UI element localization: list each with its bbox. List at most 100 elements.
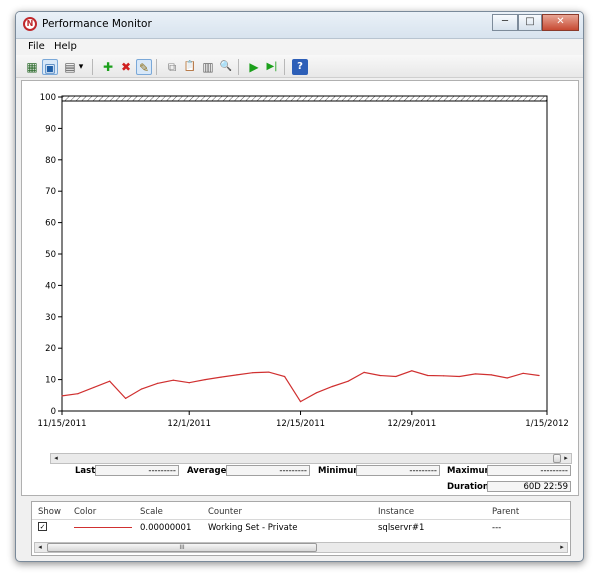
y-tick-label: 80 [45,156,56,166]
chevron-down-icon[interactable]: ▾ [76,59,86,75]
duration-label: Duration [447,482,489,492]
chart-axes: 0 10 20 30 40 50 60 70 80 90 100 11/15/2011 12/1/201… [38,93,569,429]
scale-value: 0.00000001 [140,523,192,533]
graph-panel[interactable]: 0 10 20 30 40 50 60 70 80 90 100 11/15/2011 12/1/201… [21,80,579,496]
maximum-value: --------- [487,465,571,476]
data-point [427,374,429,377]
data-point [363,371,365,373]
data-point [299,400,302,403]
data-point [140,388,143,390]
counter-legend: Show Color Scale Counter Instance Parent… [31,501,571,556]
copy-icon[interactable]: ⧉ [164,59,180,75]
show-checkbox[interactable]: ✓ [38,522,47,531]
toolbar-separator [156,59,157,75]
upper-limit-band [61,95,548,102]
column-header-instance[interactable]: Instance [378,507,414,517]
delete-counter-icon[interactable]: ✖ [118,59,134,75]
toolbar-separator [92,59,93,75]
highlight-icon[interactable]: ✎ [136,59,152,75]
data-point [379,374,381,377]
data-point [188,382,190,384]
value-bar: Last --------- Average --------- Minimum… [21,452,577,494]
menu-file[interactable]: File [28,41,45,52]
column-header-counter[interactable]: Counter [208,507,242,517]
last-value: --------- [95,465,179,476]
y-tick-label: 0 [51,407,56,417]
data-point [490,374,492,376]
window-title: Performance Monitor [42,18,152,30]
data-point [411,370,413,372]
menu-help[interactable]: Help [54,41,77,52]
data-point [61,395,63,397]
average-label: Average [187,466,227,476]
data-point [93,386,95,389]
scroll-right-icon[interactable]: ▸ [557,543,567,552]
data-point [204,379,206,381]
y-tick-label: 100 [40,93,56,103]
properties-icon[interactable]: ▥ [200,59,216,75]
play-icon[interactable]: ▶ [246,59,262,75]
data-point [443,375,445,377]
header-divider [32,519,570,520]
x-tick-label: 12/1/2011 [167,419,211,429]
column-header-parent[interactable]: Parent [492,507,519,517]
column-header-show[interactable]: Show [38,507,61,517]
menu-bar: File Help [16,39,583,55]
y-tick-label: 60 [45,219,56,229]
duration-value: 60D 22:59 [487,481,571,492]
data-point [268,371,270,373]
zoom-icon[interactable]: 🔍 [218,59,234,75]
minimum-value: --------- [356,465,440,476]
step-forward-icon[interactable]: ▶| [264,59,280,75]
toolbar: ▦ ▣ ▤ ▾ ✚ ✖ ✎ ⧉ 📋 ▥ 🔍 ▶ ▶| ? [16,55,583,78]
scroll-thumb[interactable]: III [47,543,317,552]
data-point [77,393,79,395]
data-point [156,382,159,384]
maximize-button[interactable]: □ [518,14,542,31]
chart-plot-area [61,370,540,403]
instance-name: sqlservr#1 [378,523,425,533]
column-header-scale[interactable]: Scale [140,507,163,517]
add-counter-icon[interactable]: ✚ [100,59,116,75]
data-point [347,380,349,382]
series-line [61,370,540,403]
performance-chart: 0 10 20 30 40 50 60 70 80 90 100 11/15/2011 12/1/201… [38,93,569,429]
data-point [331,385,333,388]
x-tick-label: 12/29/2011 [387,419,436,429]
data-point [284,375,286,378]
data-point [395,375,397,378]
data-point [109,380,111,382]
paste-icon[interactable]: 📋 [182,59,198,75]
data-point [538,374,540,377]
data-point [125,397,127,400]
x-tick-label: 12/15/2011 [276,419,325,429]
data-point [172,379,174,381]
close-button[interactable]: ✕ [542,14,579,31]
y-tick-label: 30 [45,313,56,323]
average-value: --------- [226,465,310,476]
counter-name: Working Set - Private [208,523,298,533]
minimize-button[interactable]: ─ [492,14,518,31]
y-tick-label: 70 [45,187,56,197]
scroll-left-icon[interactable]: ◂ [35,543,45,552]
performance-monitor-app-icon: N [23,17,37,31]
help-icon[interactable]: ? [292,59,308,75]
view-graph-icon[interactable]: ▦ [24,59,40,75]
data-point [522,372,524,374]
title-bar[interactable]: N Performance Monitor ─ □ ✕ [16,12,583,39]
data-point [220,376,222,378]
view-current-activity-icon[interactable]: ▣ [42,59,58,75]
column-header-color[interactable]: Color [74,507,96,517]
last-label: Last [75,466,96,476]
data-point [474,373,477,375]
y-tick-label: 40 [45,281,56,291]
legend-scrollbar[interactable]: ◂ III ▸ [34,542,568,553]
y-tick-label: 50 [45,250,56,260]
parent-name: --- [492,523,502,533]
data-point [252,372,254,374]
toolbar-separator [238,59,239,75]
x-tick-label: 11/15/2011 [38,419,87,429]
data-point [458,375,461,378]
y-tick-label: 90 [45,124,56,134]
data-point [236,374,238,376]
